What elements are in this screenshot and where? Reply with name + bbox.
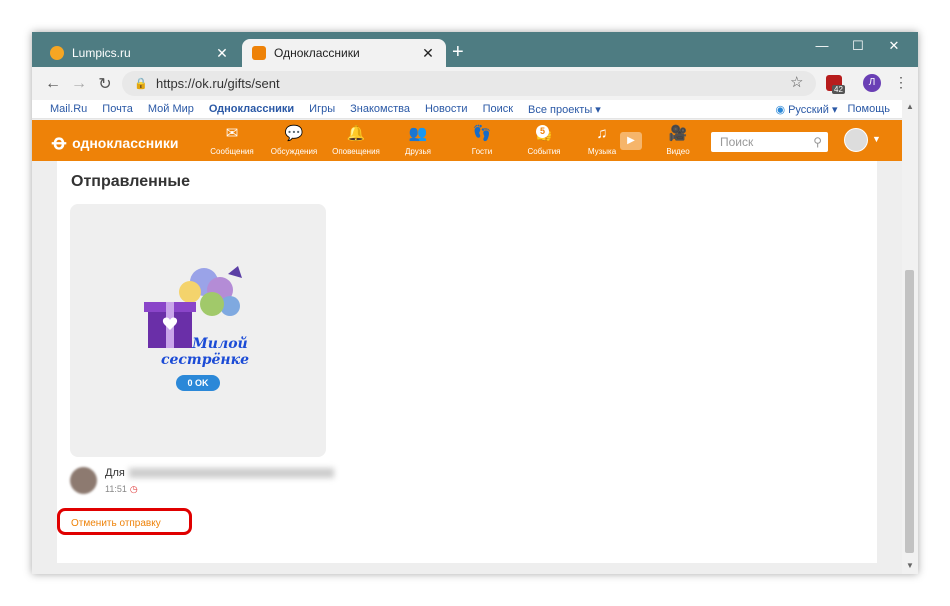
portal-link[interactable]: Почта [102,103,133,115]
nav-label: Видео [666,147,690,156]
clock-icon: ◷ [129,484,138,494]
nav-label: Сообщения [210,147,254,156]
nav-friends[interactable]: 👥 Друзья [388,125,448,156]
search-placeholder: Поиск [720,135,754,149]
recipient-row: Для 11:51 ◷ [70,467,334,495]
sent-time-value: 11:51 [105,484,127,494]
nav-notifications[interactable]: 🔔 Оповещения [326,125,386,156]
help-link[interactable]: Помощь [848,103,891,116]
ok-count-badge[interactable]: 0 OK [176,375,220,391]
main-content: Отправленные Милой сестрёнке 0 OK Для 11… [57,161,877,563]
portal-link[interactable]: Новости [425,103,468,115]
ok-header: ꝋ одноклассники ✉ Сообщения 💬 Обсуждения… [32,120,902,161]
ok-logo[interactable]: ꝋ одноклассники [52,130,178,155]
nav-label: Друзья [405,147,431,156]
tab-title: Одноклассники [274,46,360,60]
ok-logo-icon: ꝋ [52,132,67,154]
video-camera-icon: 🎥 [668,125,688,142]
lumpics-favicon-icon [50,46,64,60]
language-label: Русский ▾ [788,103,838,116]
music-play-icon[interactable]: ▶ [620,132,642,150]
bookmark-star-icon[interactable]: ☆ [790,73,803,91]
search-icon[interactable]: ⚲ [813,132,822,152]
browser-window: Lumpics.ru ✕ Одноклассники ✕ + — ☐ ✕ ← →… [32,32,918,574]
sent-time: 11:51 ◷ [105,484,334,495]
gift-card[interactable]: Милой сестрёнке 0 OK [70,204,326,457]
portal-link-all-projects[interactable]: Все проекты ▾ [528,103,601,116]
recipient-line: Для [105,467,334,479]
portal-link[interactable]: Знакомства [350,103,410,115]
nav-discussions[interactable]: 💬 Обсуждения [264,125,324,156]
portal-link[interactable]: Мой Мир [148,103,194,115]
tab-odnoklassniki[interactable]: Одноклассники ✕ [242,39,446,67]
page-viewport: Mail.Ru Почта Мой Мир Одноклассники Игры… [32,100,918,574]
browser-toolbar: ← → ↻ 🔒 https://ok.ru/gifts/sent ☆ 42 Л … [32,67,918,100]
nav-messages[interactable]: ✉ Сообщения [202,125,262,156]
nav-label: События [527,147,561,156]
scroll-down-arrow-icon[interactable]: ▼ [906,561,914,570]
search-input[interactable]: Поиск ⚲ [711,132,828,152]
portal-link[interactable]: Игры [309,103,335,115]
profile-avatar[interactable]: Л [863,74,881,92]
address-bar[interactable]: 🔒 https://ok.ru/gifts/sent [122,71,816,96]
nav-video[interactable]: 🎥 Видео [648,125,708,156]
ok-logo-text: одноклассники [72,134,179,151]
back-arrow-icon[interactable]: ← [40,75,66,93]
scrollbar[interactable]: ▲ ▼ [902,100,918,574]
recipient-avatar[interactable] [70,467,97,494]
events-badge: 5 [536,125,549,138]
tab-lumpics[interactable]: Lumpics.ru ✕ [40,39,240,67]
chevron-down-icon[interactable]: ▼ [872,134,881,144]
forward-arrow-icon[interactable]: → [66,75,92,93]
nav-guests[interactable]: 👣 Гости [452,125,512,156]
reload-icon[interactable]: ↻ [92,74,118,94]
gift-caption-line2: сестрёнке [160,352,250,368]
maximize-button[interactable]: ☐ [846,38,870,58]
nav-events[interactable]: 👍 5 События [514,125,574,156]
kebab-menu-icon[interactable]: ⋮ [894,74,908,91]
portal-link[interactable]: Mail.Ru [50,103,87,115]
footprints-icon: 👣 [472,125,492,142]
extension-badge: 42 [832,85,845,94]
envelope-icon: ✉ [225,125,239,142]
portal-bar: Mail.Ru Почта Мой Мир Одноклассники Игры… [32,100,902,119]
tab-close-icon[interactable]: ✕ [420,45,436,62]
friends-icon: 👥 [408,125,428,142]
portal-link[interactable]: Поиск [483,103,513,115]
tab-close-icon[interactable]: ✕ [214,45,230,62]
scrollbar-thumb[interactable] [905,270,914,553]
cancel-sending-link[interactable]: Отменить отправку [71,518,161,529]
globe-icon: ◉ [775,103,789,116]
minimize-button[interactable]: — [810,38,834,58]
recipient-prefix: Для [105,467,125,479]
language-selector[interactable]: ◉ Русский ▾ [765,103,837,116]
tab-title: Lumpics.ru [72,46,131,60]
gift-caption: Милой сестрёнке [150,336,260,368]
tab-strip: Lumpics.ru ✕ Одноклассники ✕ + — ☐ ✕ [32,32,918,67]
nav-label: Обсуждения [270,147,318,156]
user-avatar[interactable] [844,128,868,152]
nav-label: Оповещения [332,147,380,156]
gift-caption-line1: Милой [192,336,248,352]
scroll-up-arrow-icon[interactable]: ▲ [906,102,914,111]
lock-icon: 🔒 [134,78,148,90]
chat-bubbles-icon: 💬 [284,125,304,142]
bell-icon: 🔔 [346,125,366,142]
recipient-name-blurred[interactable] [128,468,334,479]
nav-label: Гости [471,147,493,156]
portal-link-active[interactable]: Одноклассники [209,103,294,115]
ok-favicon-icon [252,46,266,60]
page-title: Отправленные [71,173,190,190]
close-window-button[interactable]: ✕ [882,38,906,58]
url-text: https://ok.ru/gifts/sent [156,76,280,91]
new-tab-button[interactable]: + [452,42,464,62]
butterfly-shape [228,266,242,278]
